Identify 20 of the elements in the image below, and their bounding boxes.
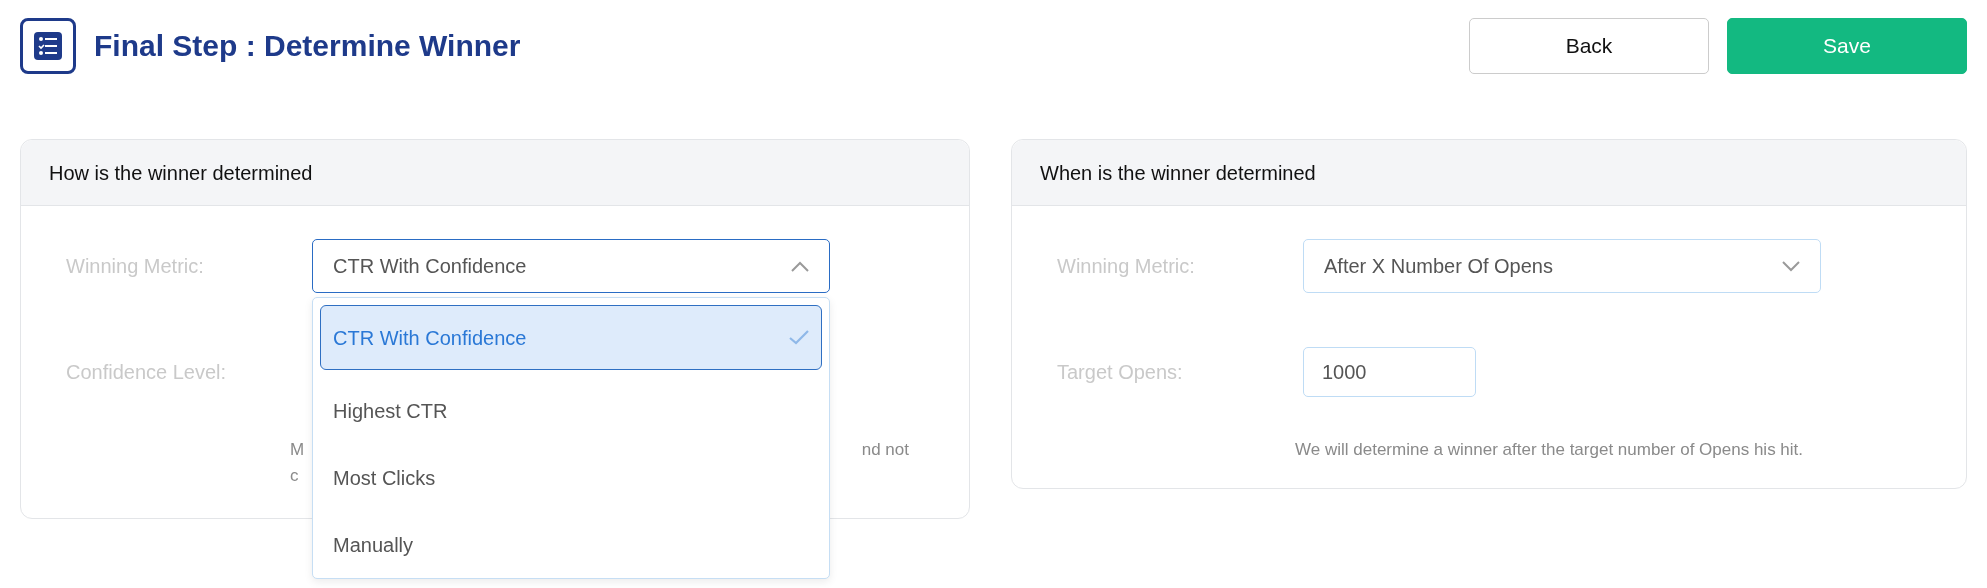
panel-title: How is the winner determined: [49, 160, 313, 186]
dropdown-option[interactable]: CTR With Confidence: [320, 305, 822, 370]
help-text: M: [290, 439, 305, 461]
help-text: We will determine a winner after the target number of Opens his hit.: [1295, 439, 1805, 461]
dropdown-option[interactable]: Manually: [320, 518, 822, 571]
dropdown-option[interactable]: Most Clicks: [320, 451, 822, 504]
page-title: Final Step : Determine Winner: [94, 28, 521, 64]
chevron-down-icon: [1782, 260, 1800, 272]
select-field[interactable]: After X Number Of Opens: [1303, 239, 1821, 293]
input-field[interactable]: 1000: [1303, 347, 1476, 397]
dropdown-option[interactable]: Highest CTR: [320, 384, 822, 437]
help-text: c: [290, 465, 299, 487]
panel-title: When is the winner determined: [1040, 160, 1316, 186]
select-value: After X Number Of Opens: [1324, 254, 1553, 279]
help-text: nd not: [861, 439, 909, 461]
checklist-icon: [20, 17, 76, 74]
check-icon: [789, 330, 809, 345]
chevron-up-icon: [791, 260, 809, 272]
select-value: CTR With Confidence: [333, 254, 527, 279]
back-button[interactable]: Back: [1469, 17, 1709, 74]
